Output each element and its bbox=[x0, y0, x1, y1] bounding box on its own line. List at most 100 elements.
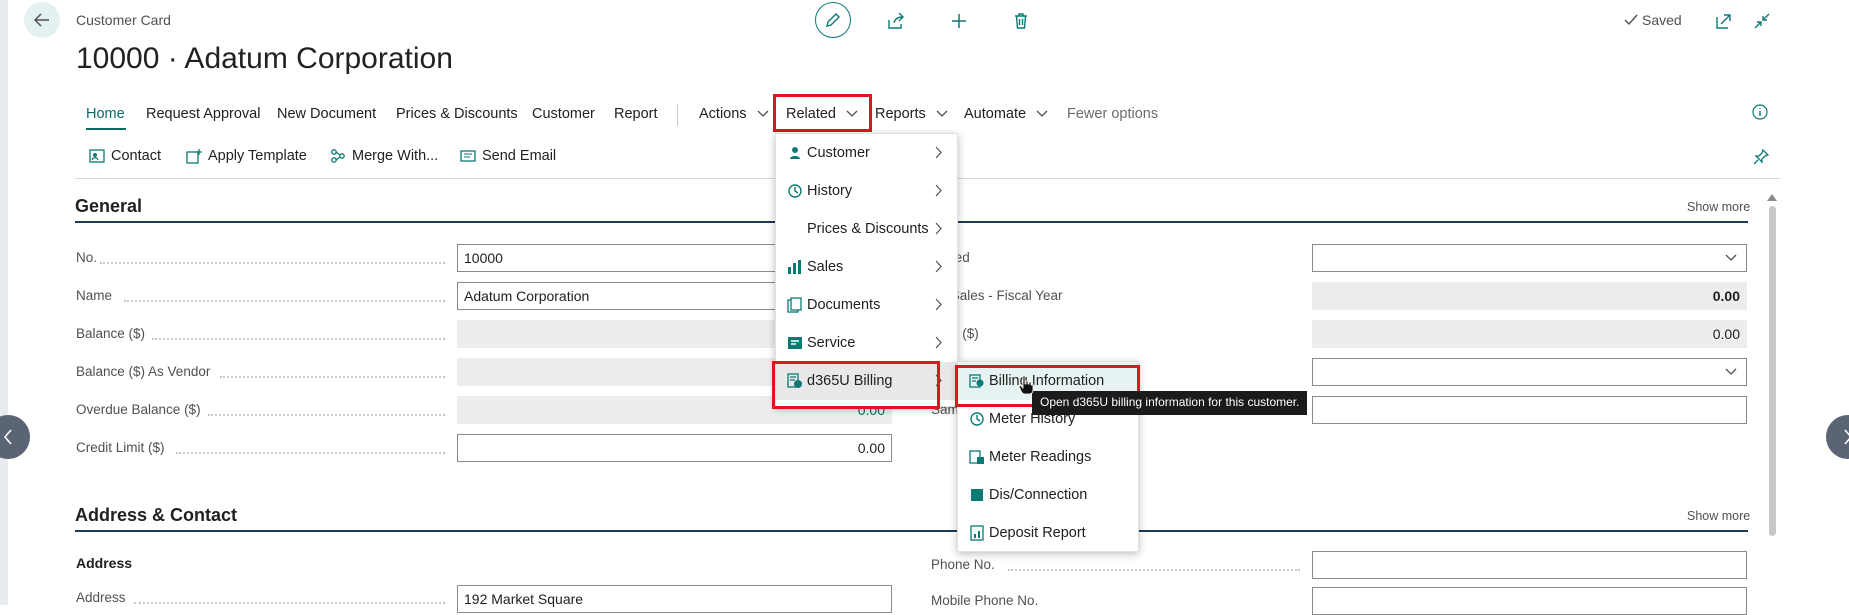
next-record-button[interactable] bbox=[1826, 415, 1849, 459]
delete-button[interactable] bbox=[1010, 10, 1032, 32]
field-label-no: No. bbox=[76, 250, 98, 265]
tab-customer[interactable]: Customer bbox=[532, 106, 595, 122]
merge-icon bbox=[331, 149, 345, 163]
collapse-icon bbox=[1754, 13, 1770, 29]
chevron-right-icon bbox=[935, 336, 942, 349]
field-label-overdue-balance: Overdue Balance ($) bbox=[76, 402, 201, 417]
related-menu-item-service[interactable]: Service bbox=[776, 324, 957, 362]
chevron-right-icon bbox=[935, 146, 942, 159]
related-menu-item-documents[interactable]: Documents bbox=[776, 286, 957, 324]
related-menu-item-label: Documents bbox=[807, 297, 881, 313]
address-section-rule bbox=[75, 530, 1748, 532]
related-menu-item-label: Customer bbox=[807, 145, 870, 161]
history-icon bbox=[788, 184, 802, 198]
vertical-scrollbar-thumb[interactable] bbox=[1769, 206, 1776, 536]
pencil-icon bbox=[826, 13, 840, 27]
contact-label: Contact bbox=[111, 148, 161, 164]
related-highlight-box bbox=[773, 94, 872, 132]
address-section-title: Address & Contact bbox=[75, 505, 238, 525]
open-new-window-button[interactable] bbox=[1713, 10, 1735, 32]
related-menu-item-label: Prices & Discounts bbox=[807, 221, 929, 237]
previous-record-button[interactable] bbox=[0, 415, 30, 459]
page-title: 10000 · Adatum Corporation bbox=[76, 42, 453, 75]
collapse-button[interactable] bbox=[1751, 10, 1773, 32]
label-leader bbox=[208, 412, 445, 416]
chevron-down-icon bbox=[1725, 368, 1737, 375]
label-leader bbox=[176, 450, 445, 454]
chevron-right-icon bbox=[1844, 429, 1849, 445]
chevron-down-icon bbox=[936, 110, 948, 118]
active-tab-indicator bbox=[86, 128, 126, 130]
address-subheading: Address bbox=[76, 555, 133, 571]
address-show-more-link[interactable]: Show more bbox=[1687, 509, 1750, 523]
new-button[interactable] bbox=[948, 10, 970, 32]
breadcrumb: Customer Card bbox=[76, 12, 171, 28]
billing-menu-item-deposit-report[interactable]: Deposit Report bbox=[958, 514, 1138, 552]
related-menu-item-prices-discounts[interactable]: Prices & Discounts bbox=[776, 210, 957, 248]
info-button[interactable] bbox=[1752, 104, 1768, 124]
plus-icon bbox=[952, 14, 966, 28]
chevron-down-icon bbox=[757, 110, 769, 118]
salesperson-field[interactable] bbox=[1312, 396, 1747, 424]
send-email-button[interactable]: Send Email bbox=[460, 148, 556, 164]
tab-actions[interactable]: Actions bbox=[699, 106, 769, 122]
trash-icon bbox=[1015, 13, 1027, 29]
apply-template-label: Apply Template bbox=[208, 148, 307, 164]
apply-template-button[interactable]: Apply Template bbox=[186, 148, 307, 164]
back-button[interactable] bbox=[24, 2, 60, 38]
tab-new-document[interactable]: New Document bbox=[277, 106, 376, 122]
contact-button[interactable]: Contact bbox=[89, 148, 161, 164]
tab-automate[interactable]: Automate bbox=[964, 106, 1048, 122]
scroll-up-arrow-icon[interactable] bbox=[1767, 193, 1777, 201]
field-label-credit-limit: Credit Limit ($) bbox=[76, 440, 165, 455]
right-select-field[interactable] bbox=[1312, 358, 1747, 386]
address-field[interactable]: 192 Market Square bbox=[457, 585, 892, 613]
billing-menu-item-dis-connection[interactable]: Dis/Connection bbox=[958, 476, 1138, 514]
field-label-name: Name bbox=[76, 288, 113, 303]
tab-divider bbox=[677, 104, 678, 126]
field-label-total-sales: l Sales - Fiscal Year bbox=[944, 288, 1063, 303]
general-show-more-link[interactable]: Show more bbox=[1687, 200, 1750, 214]
edit-button[interactable] bbox=[815, 2, 851, 38]
tab-reports[interactable]: Reports bbox=[875, 106, 948, 122]
tab-request-approval[interactable]: Request Approval bbox=[146, 106, 260, 122]
person-icon bbox=[790, 147, 800, 159]
field-label-address: Address bbox=[76, 590, 126, 605]
left-edge bbox=[0, 0, 8, 605]
label-leader bbox=[152, 336, 445, 340]
label-leader bbox=[134, 600, 445, 604]
label-leader bbox=[220, 374, 445, 378]
billing-menu-item-meter-readings[interactable]: Meter Readings bbox=[958, 438, 1138, 476]
phone-field[interactable] bbox=[1312, 551, 1747, 579]
pin-button[interactable] bbox=[1752, 148, 1770, 170]
send-email-label: Send Email bbox=[482, 148, 557, 164]
merge-with-label: Merge With... bbox=[352, 148, 439, 164]
chevron-down-icon bbox=[1725, 254, 1737, 261]
label-leader bbox=[100, 260, 445, 264]
chevron-right-icon bbox=[935, 298, 942, 311]
tab-home[interactable]: Home bbox=[86, 106, 125, 122]
tab-report[interactable]: Report bbox=[614, 106, 658, 122]
tab-prices-discounts[interactable]: Prices & Discounts bbox=[396, 106, 518, 122]
general-section-title: General bbox=[75, 196, 143, 216]
merge-with-button[interactable]: Merge With... bbox=[330, 148, 438, 164]
related-menu-item-history[interactable]: History bbox=[776, 172, 957, 210]
meter-readings-icon bbox=[969, 450, 984, 464]
field-label-mobile: Mobile Phone No. bbox=[931, 593, 1039, 608]
share-icon bbox=[888, 12, 904, 29]
blocked-select[interactable] bbox=[1312, 244, 1747, 272]
share-button[interactable] bbox=[885, 10, 907, 32]
sales-icon bbox=[788, 260, 801, 274]
service-icon bbox=[788, 337, 802, 349]
chevron-down-icon bbox=[1036, 110, 1048, 118]
hand-cursor-icon bbox=[1018, 375, 1034, 395]
mobile-phone-field[interactable] bbox=[1312, 587, 1747, 615]
fewer-options-link[interactable]: Fewer options bbox=[1067, 106, 1158, 122]
email-icon bbox=[460, 150, 476, 162]
apply-template-icon bbox=[186, 149, 202, 164]
total-sales-field: 0.00 bbox=[1312, 282, 1747, 310]
contact-icon bbox=[89, 149, 105, 163]
credit-limit-field[interactable]: 0.00 bbox=[457, 434, 892, 462]
related-menu-item-sales[interactable]: Sales bbox=[776, 248, 957, 286]
related-menu-item-customer[interactable]: Customer bbox=[776, 134, 957, 172]
